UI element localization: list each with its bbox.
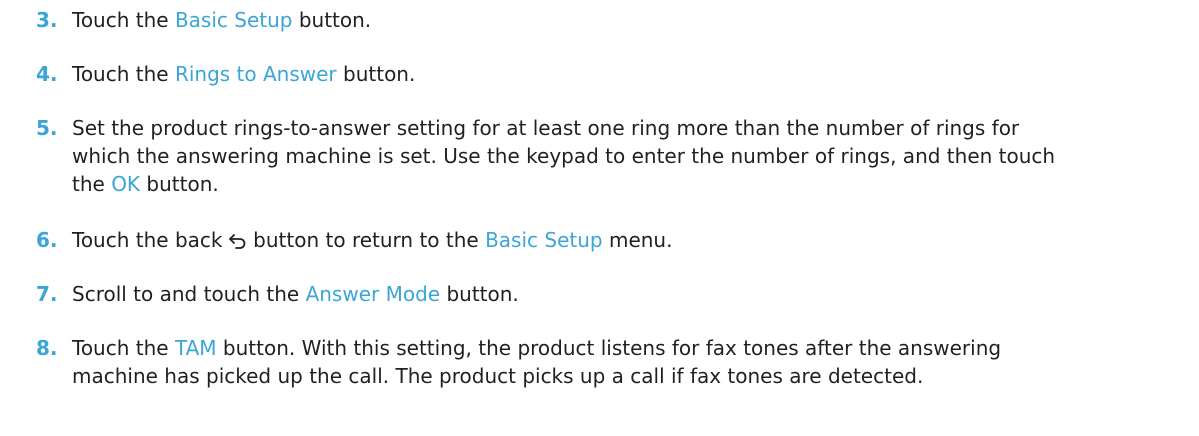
step-8: 8. Touch the TAM button. With this setti…: [36, 334, 1179, 390]
ui-term-rings-to-answer: Rings to Answer: [174, 62, 337, 86]
step-text-part: Touch the: [72, 8, 175, 32]
step-number: 8.: [36, 336, 58, 360]
step-text-line: Touch the TAM button. With this setting,…: [72, 334, 1179, 362]
step-5: 5. Set the product rings-to-answer setti…: [36, 114, 1179, 198]
ui-term-basic-setup: Basic Setup: [174, 8, 293, 32]
step-text: Touch the TAM button. With this setting,…: [72, 334, 1179, 390]
step-text: Touch the Rings to Answer button.: [72, 60, 1179, 88]
step-7: 7. Scroll to and touch the Answer Mode b…: [36, 280, 1179, 308]
step-text-part: Touch the back: [72, 228, 229, 252]
step-number: 6.: [36, 228, 58, 252]
step-text: Touch the Basic Setup button.: [72, 6, 1179, 34]
step-text: Touch the back button to return to the B…: [72, 226, 1179, 254]
ui-term-tam: TAM: [174, 336, 217, 360]
step-text-line: which the answering machine is set. Use …: [72, 144, 1056, 168]
step-text-part: button. With this setting, the product l…: [216, 336, 1002, 360]
step-number: 7.: [36, 282, 58, 306]
step-text-part: button to return to the: [246, 228, 486, 252]
step-text-part: button.: [292, 8, 372, 32]
instruction-steps: 3. Touch the Basic Setup button. 4. Touc…: [0, 0, 1199, 436]
ui-term-answer-mode: Answer Mode: [305, 282, 441, 306]
step-text-part: button.: [336, 62, 416, 86]
step-number: 5.: [36, 116, 58, 140]
step-text-part: Scroll to and touch the: [72, 282, 306, 306]
step-text: Set the product rings-to-answer setting …: [72, 114, 1179, 198]
step-text: Scroll to and touch the Answer Mode butt…: [72, 280, 1179, 308]
step-number: 3.: [36, 8, 58, 32]
step-4: 4. Touch the Rings to Answer button.: [36, 60, 1179, 88]
step-text-part: menu.: [602, 228, 673, 252]
step-text-part: Touch the: [72, 62, 175, 86]
step-text-line: Set the product rings-to-answer setting …: [72, 116, 1020, 140]
step-text-line: the OK button.: [72, 170, 1179, 198]
ui-term-ok: OK: [111, 172, 141, 196]
step-text-part: Touch the: [72, 336, 175, 360]
step-text-line: machine has picked up the call. The prod…: [72, 364, 924, 388]
step-6: 6. Touch the back button to return to th…: [36, 226, 1179, 254]
step-3: 3. Touch the Basic Setup button.: [36, 6, 1179, 34]
back-arrow-icon: [228, 233, 247, 249]
step-text-part: button.: [140, 172, 219, 196]
ui-term-basic-setup: Basic Setup: [485, 228, 603, 252]
step-number: 4.: [36, 62, 58, 86]
step-text-part: the: [72, 172, 112, 196]
step-text-part: button.: [440, 282, 519, 306]
